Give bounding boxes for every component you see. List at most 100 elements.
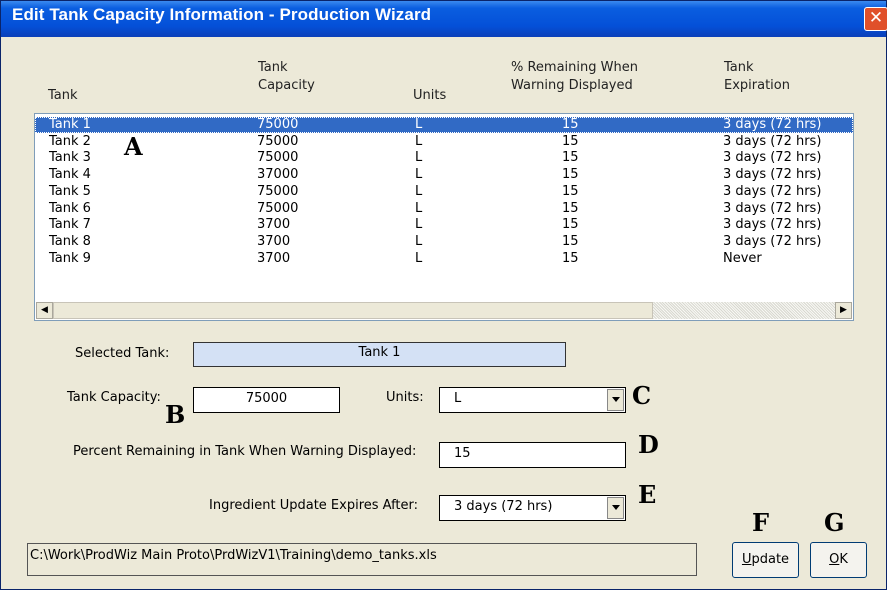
expiration-dropdown-value: 3 days (72 hrs): [454, 499, 553, 514]
expiration-dropdown[interactable]: 3 days (72 hrs): [439, 495, 626, 521]
window-title: Edit Tank Capacity Information - Product…: [12, 5, 432, 24]
tank-units-cell: L: [415, 233, 423, 249]
table-row[interactable]: Tank 5 75000 L 15 3 days (72 hrs): [35, 184, 853, 200]
tank-name-cell: Tank 8: [49, 233, 91, 249]
capacity-input[interactable]: 75000: [193, 387, 340, 413]
tank-units-cell: L: [415, 183, 423, 199]
selected-tank-label: Selected Tank:: [75, 346, 170, 361]
table-row[interactable]: Tank 7 3700 L 15 3 days (72 hrs): [35, 217, 853, 233]
tank-warning-cell: 15: [562, 183, 579, 199]
tank-units-cell: L: [415, 117, 423, 132]
horizontal-scrollbar[interactable]: ◀ ▶: [36, 302, 852, 319]
tank-units-cell: L: [415, 150, 423, 166]
warning-percent-input[interactable]: 15: [439, 442, 626, 468]
tank-capacity-cell: 75000: [257, 150, 299, 166]
column-header-warning[interactable]: % Remaining When Warning Displayed: [511, 59, 638, 95]
tank-warning-cell: 15: [562, 233, 579, 249]
units-label: Units:: [386, 390, 424, 405]
annotation-a: A: [124, 132, 143, 161]
tank-warning-cell: 15: [562, 150, 579, 166]
warning-percent-label: Percent Remaining in Tank When Warning D…: [73, 444, 417, 459]
tank-expiration-cell: 3 days (72 hrs): [723, 200, 822, 216]
ok-button-label: K: [839, 552, 848, 567]
tank-warning-cell: 15: [562, 217, 579, 233]
tank-warning-cell: 15: [562, 250, 579, 266]
scroll-right-arrow-icon[interactable]: ▶: [835, 302, 852, 319]
tank-expiration-cell: 3 days (72 hrs): [723, 167, 822, 183]
table-row[interactable]: Tank 2 75000 L 15 3 days (72 hrs): [35, 134, 853, 150]
ok-button[interactable]: OK: [810, 542, 867, 578]
column-header-expiration[interactable]: Tank Expiration: [724, 59, 790, 95]
tank-expiration-cell: 3 days (72 hrs): [723, 217, 822, 233]
tank-list[interactable]: Tank 1 75000 L 15 3 days (72 hrs) Tank 2 75000…: [34, 113, 854, 321]
annotation-c: C: [632, 381, 652, 410]
column-header-warning-line2: Warning Displayed: [511, 78, 633, 93]
tank-name-cell: Tank 4: [49, 167, 91, 183]
tank-capacity-cell: 75000: [257, 183, 299, 199]
tank-capacity-cell: 75000: [257, 133, 299, 149]
column-header-units[interactable]: Units: [413, 87, 446, 105]
close-button[interactable]: ✕: [864, 7, 887, 31]
table-row[interactable]: Tank 8 3700 L 15 3 days (72 hrs): [35, 234, 853, 250]
tank-units-cell: L: [415, 200, 423, 216]
update-button-label: pdate: [751, 552, 790, 567]
tank-name-cell: Tank 7: [49, 217, 91, 233]
tank-units-cell: L: [415, 217, 423, 233]
scroll-left-arrow-icon[interactable]: ◀: [36, 302, 53, 319]
tank-expiration-cell: 3 days (72 hrs): [723, 233, 822, 249]
tank-units-cell: L: [415, 167, 423, 183]
scrollbar-track[interactable]: [653, 302, 835, 319]
table-row[interactable]: Tank 6 75000 L 15 3 days (72 hrs): [35, 201, 853, 217]
tank-warning-cell: 15: [562, 167, 579, 183]
column-header-expiration-line1: Tank: [724, 60, 754, 75]
tank-expiration-cell: 3 days (72 hrs): [723, 133, 822, 149]
tank-capacity-cell: 3700: [257, 217, 291, 233]
title-bar[interactable]: Edit Tank Capacity Information - Product…: [1, 1, 887, 37]
tank-warning-cell: 15: [562, 117, 579, 132]
selected-tank-field: Tank 1: [193, 342, 566, 367]
annotation-g: G: [824, 508, 845, 537]
tank-expiration-cell: 3 days (72 hrs): [723, 117, 822, 132]
table-row[interactable]: Tank 1 75000 L 15 3 days (72 hrs): [35, 117, 853, 133]
capacity-label: Tank Capacity:: [67, 390, 161, 405]
tank-capacity-cell: 75000: [257, 117, 299, 132]
column-header-capacity-line2: Capacity: [258, 78, 315, 93]
dialog-window: Edit Tank Capacity Information - Product…: [0, 0, 887, 590]
tank-name-cell: Tank 6: [49, 200, 91, 216]
tank-expiration-cell: Never: [723, 250, 762, 266]
tank-capacity-cell: 3700: [257, 250, 291, 266]
column-header-tank[interactable]: Tank: [48, 87, 78, 105]
tank-name-cell: Tank 3: [49, 150, 91, 166]
column-header-capacity[interactable]: Tank Capacity: [258, 59, 315, 95]
tank-name-cell: Tank 1: [49, 117, 91, 132]
tank-capacity-cell: 37000: [257, 167, 299, 183]
annotation-e: E: [638, 480, 657, 509]
annotation-d: D: [638, 430, 659, 459]
annotation-b: B: [165, 400, 186, 429]
tank-warning-cell: 15: [562, 200, 579, 216]
tank-name-cell: Tank 9: [49, 250, 91, 266]
units-dropdown[interactable]: L: [439, 387, 626, 413]
column-header-capacity-line1: Tank: [258, 60, 288, 75]
table-row[interactable]: Tank 4 37000 L 15 3 days (72 hrs): [35, 167, 853, 183]
scrollbar-thumb[interactable]: [53, 302, 653, 319]
table-row[interactable]: Tank 3 75000 L 15 3 days (72 hrs): [35, 150, 853, 166]
tank-expiration-cell: 3 days (72 hrs): [723, 150, 822, 166]
annotation-f: F: [752, 508, 770, 537]
tank-capacity-cell: 75000: [257, 200, 299, 216]
tank-units-cell: L: [415, 133, 423, 149]
chevron-down-icon[interactable]: [607, 389, 624, 411]
units-dropdown-value: L: [454, 391, 462, 406]
chevron-down-icon[interactable]: [607, 497, 624, 519]
column-header-warning-line1: % Remaining When: [511, 60, 638, 75]
expiration-label: Ingredient Update Expires After:: [209, 498, 419, 513]
update-button[interactable]: Update: [732, 542, 799, 578]
file-path-display: C:\Work\ProdWiz Main Proto\PrdWizV1\Trai…: [27, 543, 697, 576]
tank-name-cell: Tank 5: [49, 183, 91, 199]
tank-expiration-cell: 3 days (72 hrs): [723, 183, 822, 199]
tank-warning-cell: 15: [562, 133, 579, 149]
tank-capacity-cell: 3700: [257, 233, 291, 249]
table-row[interactable]: Tank 9 3700 L 15 Never: [35, 251, 853, 267]
column-header-expiration-line2: Expiration: [724, 78, 790, 93]
ok-button-mnemonic: O: [829, 552, 840, 567]
